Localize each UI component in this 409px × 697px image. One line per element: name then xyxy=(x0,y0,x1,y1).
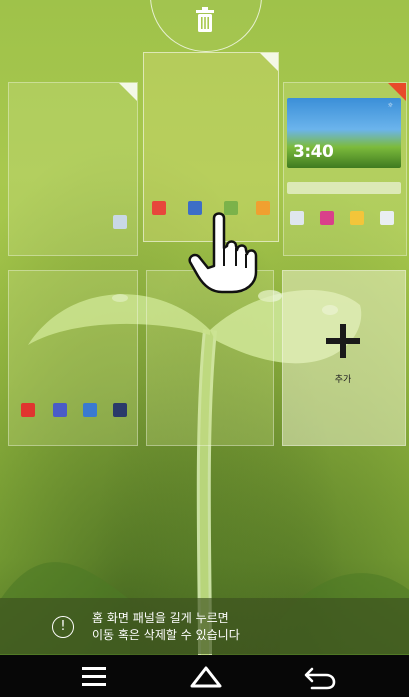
navigation-bar xyxy=(0,655,409,697)
hint-text: 홈 화면 패널을 길게 누르면 이동 혹은 삭제할 수 있습니다 xyxy=(92,610,240,644)
app-icon[interactable] xyxy=(290,211,304,225)
app-icon[interactable] xyxy=(320,211,334,225)
app-icon[interactable] xyxy=(113,403,127,417)
home-panel-1[interactable] xyxy=(8,82,138,256)
clock-weather-widget[interactable]: ☼ 3:40 xyxy=(287,98,401,168)
home-panel-5[interactable] xyxy=(146,270,274,446)
app-icon[interactable] xyxy=(152,201,166,215)
add-panel-label: 추가 xyxy=(334,375,352,385)
app-icon[interactable] xyxy=(380,211,394,225)
app-icon[interactable] xyxy=(21,403,35,417)
home-corner-marker[interactable] xyxy=(119,83,137,101)
info-icon: ! xyxy=(52,616,74,638)
home-panel-4[interactable] xyxy=(8,270,138,446)
search-widget[interactable] xyxy=(287,182,401,194)
tap-hand-icon xyxy=(188,212,258,294)
weather-icon: ☼ xyxy=(387,102,393,109)
app-icon[interactable] xyxy=(113,215,127,229)
app-icon[interactable] xyxy=(53,403,67,417)
app-icon[interactable] xyxy=(83,403,97,417)
hint-line-2: 이동 혹은 삭제할 수 있습니다 xyxy=(92,628,240,642)
app-icon[interactable] xyxy=(256,201,270,215)
plus-icon[interactable] xyxy=(322,320,364,362)
clock-time: 3:40 xyxy=(293,142,334,162)
trash-icon[interactable] xyxy=(194,6,216,34)
hint-line-1: 홈 화면 패널을 길게 누르면 xyxy=(92,611,229,625)
back-icon[interactable] xyxy=(290,655,350,697)
home-corner-marker[interactable] xyxy=(260,53,278,71)
app-icon[interactable] xyxy=(350,211,364,225)
home-icon[interactable] xyxy=(176,655,236,697)
menu-icon[interactable] xyxy=(64,655,124,697)
